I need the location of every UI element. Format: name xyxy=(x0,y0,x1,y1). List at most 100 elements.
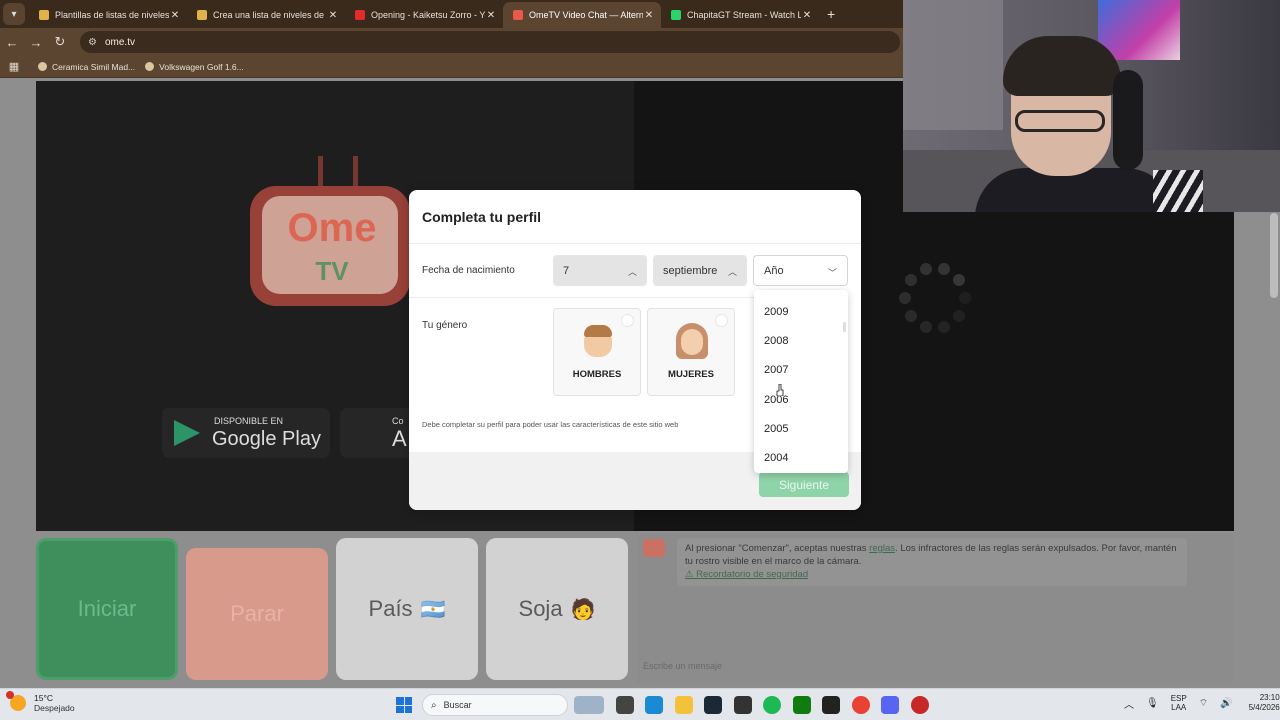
edge-icon[interactable] xyxy=(645,696,663,714)
year-option[interactable]: 2009 xyxy=(754,297,848,326)
spinner-dot xyxy=(959,292,971,304)
profile-note: Debe completar su perfil para poder usar… xyxy=(422,420,679,429)
address-bar[interactable]: ⚙ ome.tv xyxy=(80,31,900,53)
tab-search-menu-button[interactable]: ▾ xyxy=(3,3,25,25)
tab-title: ChapitaGT Stream - Watch Live xyxy=(687,10,801,20)
modal-title: Completa tu perfil xyxy=(422,209,542,225)
temperature: 15°C xyxy=(34,693,53,703)
cam-jacket-stripes xyxy=(1153,170,1203,212)
year-select[interactable]: Año ﹀ xyxy=(753,255,848,286)
page-scrollbar[interactable] xyxy=(1270,213,1278,298)
discord-icon[interactable] xyxy=(881,696,899,714)
clock[interactable]: 23:10 5/4/2026 xyxy=(1249,693,1280,713)
back-icon[interactable]: ← xyxy=(0,35,24,50)
year-option[interactable]: 2006 xyxy=(754,385,848,414)
apps-grid-icon[interactable]: ▦ xyxy=(0,60,28,73)
volume-icon[interactable]: 🔊 xyxy=(1220,698,1232,709)
browser-tab[interactable]: Plantillas de listas de niveles de ✕ xyxy=(29,2,187,28)
message-text: Al presionar "Comenzar", aceptas nuestra… xyxy=(685,543,870,554)
chat-input[interactable]: Escribe un mensaje xyxy=(643,661,722,671)
taskbar-search[interactable]: ⌕ Buscar xyxy=(422,694,568,716)
security-reminder-link[interactable]: ⚠ Recordatorio de seguridad xyxy=(685,569,808,580)
tab-title: Crea una lista de niveles de la C xyxy=(213,10,327,20)
language-indicator[interactable]: ESP LAA xyxy=(1171,694,1187,712)
browser-tab-active[interactable]: OmeTV Video Chat — Alternat ✕ xyxy=(503,2,661,28)
close-tab-icon[interactable]: ✕ xyxy=(643,10,655,21)
bookmark-item[interactable]: Ceramica Simil Mad... xyxy=(38,62,135,72)
year-option[interactable]: 2005 xyxy=(754,414,848,443)
tab-title: OmeTV Video Chat — Alternat xyxy=(529,10,643,20)
year-option[interactable]: 2004 xyxy=(754,443,848,472)
notification-badge xyxy=(6,691,14,699)
gender-option-women[interactable]: MUJERES xyxy=(647,308,735,396)
radio-button[interactable] xyxy=(715,314,728,327)
month-select[interactable]: septiembre ︿ xyxy=(653,255,747,286)
weather-widget[interactable]: 15°C Despejado xyxy=(6,691,75,713)
logo-ome-text: Ome xyxy=(287,206,377,250)
rules-link[interactable]: reglas xyxy=(869,543,895,554)
spotify-icon[interactable] xyxy=(763,696,781,714)
store-big-text: A xyxy=(392,426,407,451)
spinner-dot xyxy=(953,274,966,287)
bookmark-favicon xyxy=(145,62,155,71)
dropdown-scrollbar[interactable] xyxy=(843,322,846,332)
browser-tab[interactable]: Opening - Kaiketsu Zorro - You ✕ xyxy=(345,2,503,28)
close-tab-icon[interactable]: ✕ xyxy=(801,10,813,21)
close-tab-icon[interactable]: ✕ xyxy=(485,10,497,21)
windows-start-icon[interactable] xyxy=(396,697,412,713)
epic-games-icon[interactable] xyxy=(822,696,840,714)
wifi-icon[interactable]: ⌔ xyxy=(1199,697,1208,710)
spinner-dot xyxy=(919,263,932,276)
browser-tab[interactable]: ChapitaGT Stream - Watch Live ✕ xyxy=(661,2,819,28)
radio-button[interactable] xyxy=(621,314,634,327)
year-option[interactable]: 2008 xyxy=(754,326,848,355)
close-tab-icon[interactable]: ✕ xyxy=(169,10,181,21)
gender-button[interactable]: Soja 🧑 xyxy=(486,538,628,680)
chevron-up-icon[interactable]: ︿ xyxy=(1124,696,1134,711)
reload-icon[interactable]: ↻ xyxy=(48,34,72,50)
google-play-icon xyxy=(174,420,200,446)
spinner-dot xyxy=(919,320,932,333)
app-store-badge[interactable]: Co A xyxy=(340,408,410,458)
gender-option-men[interactable]: HOMBRES xyxy=(553,308,641,396)
tab-favicon xyxy=(39,10,49,20)
app-icon[interactable] xyxy=(910,696,929,714)
next-button[interactable]: Siguiente xyxy=(759,472,849,497)
spinner-dot xyxy=(953,309,966,322)
day-select[interactable]: 7 ︿ xyxy=(553,255,647,286)
month-value: septiembre xyxy=(663,264,718,277)
search-label: Buscar xyxy=(443,700,472,710)
file-explorer-icon[interactable] xyxy=(674,696,693,714)
gender-label: Soja xyxy=(518,596,563,621)
tab-strip: ▾ Plantillas de listas de niveles de ✕ C… xyxy=(0,0,903,28)
site-info-icon[interactable]: ⚙ xyxy=(88,37,97,48)
close-tab-icon[interactable]: ✕ xyxy=(327,10,339,21)
year-option[interactable]: 2007 xyxy=(754,356,848,385)
forward-icon[interactable]: → xyxy=(24,35,48,50)
new-tab-button[interactable]: + xyxy=(819,6,843,28)
start-button[interactable]: Iniciar xyxy=(36,538,178,680)
google-play-badge[interactable]: DISPONIBLE EN Google Play xyxy=(162,408,330,458)
steam-icon[interactable] xyxy=(704,696,722,714)
tab-favicon xyxy=(197,10,207,20)
task-view-icon[interactable] xyxy=(615,696,634,714)
year-dropdown-list[interactable]: 2009 2008 2007 2006 2005 2004 xyxy=(754,290,848,473)
car-widget-icon[interactable] xyxy=(574,696,604,714)
divider xyxy=(409,297,754,298)
chrome-icon[interactable] xyxy=(851,696,870,714)
option-label: MUJERES xyxy=(668,369,714,380)
kick-favicon xyxy=(671,10,681,20)
bookmark-item[interactable]: Volkswagen Golf 1.6... xyxy=(145,62,244,72)
stop-button[interactable]: Parar xyxy=(186,548,328,680)
app-icon[interactable] xyxy=(733,696,752,714)
mouse-cursor-icon xyxy=(776,384,784,396)
browser-tab[interactable]: Crea una lista de niveles de la C ✕ xyxy=(187,2,345,28)
xbox-icon[interactable] xyxy=(792,696,811,714)
tab-title: Opening - Kaiketsu Zorro - You xyxy=(371,10,485,20)
browser-toolbar: ← → ↻ ⚙ ome.tv xyxy=(0,28,903,56)
gender-label: Tu género xyxy=(422,320,468,331)
man-hair xyxy=(584,325,612,337)
country-button[interactable]: País 🇦🇷 xyxy=(336,538,478,680)
lang-region: LAA xyxy=(1171,703,1187,712)
microphone-icon[interactable]: 🎙 xyxy=(1146,698,1159,709)
